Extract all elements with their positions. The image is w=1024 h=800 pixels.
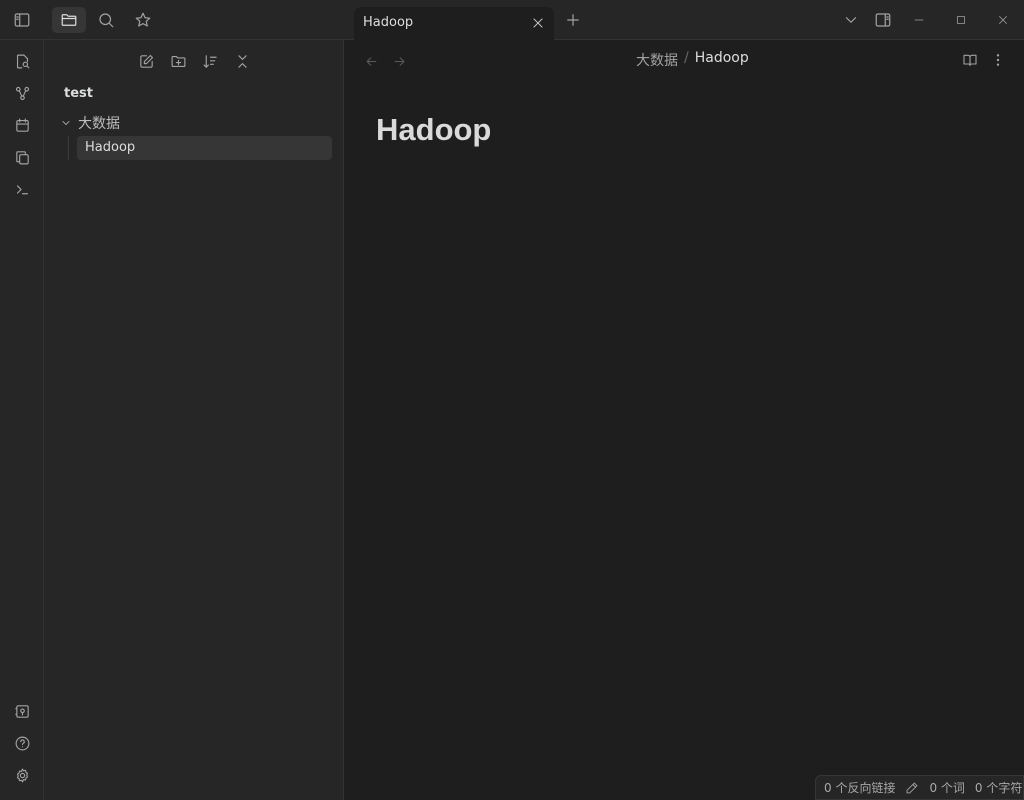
- breadcrumb-folder[interactable]: 大数据: [636, 50, 678, 70]
- editor-pane: 大数据 / Hadoop Hadoop: [345, 40, 1024, 800]
- chevron-down-icon: [842, 11, 860, 29]
- file-name: Hadoop: [85, 140, 136, 155]
- help-button[interactable]: [11, 732, 33, 754]
- title-bar: Hadoop: [0, 0, 1024, 40]
- word-count: 0 个词: [929, 781, 965, 795]
- toggle-left-sidebar-button[interactable]: [5, 7, 39, 33]
- chevron-down-icon[interactable]: [60, 117, 72, 129]
- folder-name: 大数据: [78, 116, 120, 132]
- tab-list-button[interactable]: [834, 7, 868, 33]
- star-icon: [134, 11, 152, 29]
- open-daily-note-button[interactable]: [11, 114, 33, 136]
- breadcrumb-separator: /: [684, 50, 689, 66]
- reading-view-button[interactable]: [960, 50, 980, 70]
- status-bar: 0 个反向链接 0 个词 0 个字符: [815, 775, 1024, 800]
- sidebar-right-icon: [874, 11, 892, 29]
- plus-icon: [564, 11, 582, 29]
- sort-icon: [202, 53, 219, 70]
- maximize-icon: [954, 13, 968, 27]
- open-vault-button[interactable]: [11, 700, 33, 722]
- close-icon: [996, 13, 1010, 27]
- copy-icon: [14, 149, 31, 166]
- new-note-button[interactable]: [134, 50, 158, 72]
- more-options-button[interactable]: [988, 50, 1008, 70]
- sidebar-left-icon: [13, 11, 31, 29]
- folder-plus-icon: [170, 53, 187, 70]
- collapse-all-button[interactable]: [230, 50, 254, 72]
- collapse-icon: [234, 53, 251, 70]
- char-count: 0 个字符: [974, 781, 1023, 795]
- maximize-window-button[interactable]: [950, 9, 972, 31]
- terminal-icon: [14, 181, 31, 198]
- note-title[interactable]: Hadoop: [376, 112, 491, 148]
- ribbon: [0, 40, 44, 800]
- vault-name[interactable]: test: [64, 86, 93, 101]
- folder-icon: [60, 11, 78, 29]
- edit-icon: [138, 53, 155, 70]
- indent-guide: [68, 136, 69, 160]
- tab-title: Hadoop: [363, 15, 414, 30]
- toggle-right-sidebar-button[interactable]: [866, 7, 900, 33]
- change-sort-order-button[interactable]: [198, 50, 222, 72]
- pencil-icon[interactable]: [905, 781, 919, 795]
- settings-button[interactable]: [11, 764, 33, 786]
- graph-icon: [14, 85, 31, 102]
- arrow-left-icon: [364, 54, 379, 69]
- file-item-hadoop[interactable]: Hadoop: [77, 136, 332, 160]
- breadcrumb-file[interactable]: Hadoop: [695, 50, 749, 70]
- minimize-icon: [912, 13, 926, 27]
- close-window-button[interactable]: [992, 9, 1014, 31]
- insert-template-button[interactable]: [11, 146, 33, 168]
- open-quick-switcher-button[interactable]: [11, 50, 33, 72]
- open-graph-view-button[interactable]: [11, 82, 33, 104]
- book-open-icon: [962, 52, 978, 68]
- close-tab-button[interactable]: [529, 14, 547, 32]
- file-explorer: test 大数据 Hadoop: [44, 40, 344, 800]
- navigate-forward-button[interactable]: [389, 51, 409, 71]
- search-view-button[interactable]: [89, 7, 123, 33]
- minimize-window-button[interactable]: [908, 9, 930, 31]
- more-vertical-icon: [990, 52, 1006, 68]
- settings-icon: [14, 767, 31, 784]
- tab-hadoop[interactable]: Hadoop: [354, 7, 554, 40]
- breadcrumb: 大数据 / Hadoop: [636, 50, 749, 70]
- arrow-right-icon: [392, 54, 407, 69]
- command-palette-button[interactable]: [11, 178, 33, 200]
- new-tab-button[interactable]: [556, 7, 590, 33]
- calendar-icon: [14, 117, 31, 134]
- vault-icon: [14, 703, 31, 720]
- search-icon: [97, 11, 115, 29]
- files-view-button[interactable]: [52, 7, 86, 33]
- bookmarks-view-button[interactable]: [126, 7, 160, 33]
- help-icon: [14, 735, 31, 752]
- new-folder-button[interactable]: [166, 50, 190, 72]
- backlinks-count[interactable]: 0 个反向链接: [824, 779, 895, 796]
- folder-item[interactable]: 大数据: [60, 112, 120, 134]
- file-search-icon: [14, 53, 31, 70]
- navigate-back-button[interactable]: [361, 51, 381, 71]
